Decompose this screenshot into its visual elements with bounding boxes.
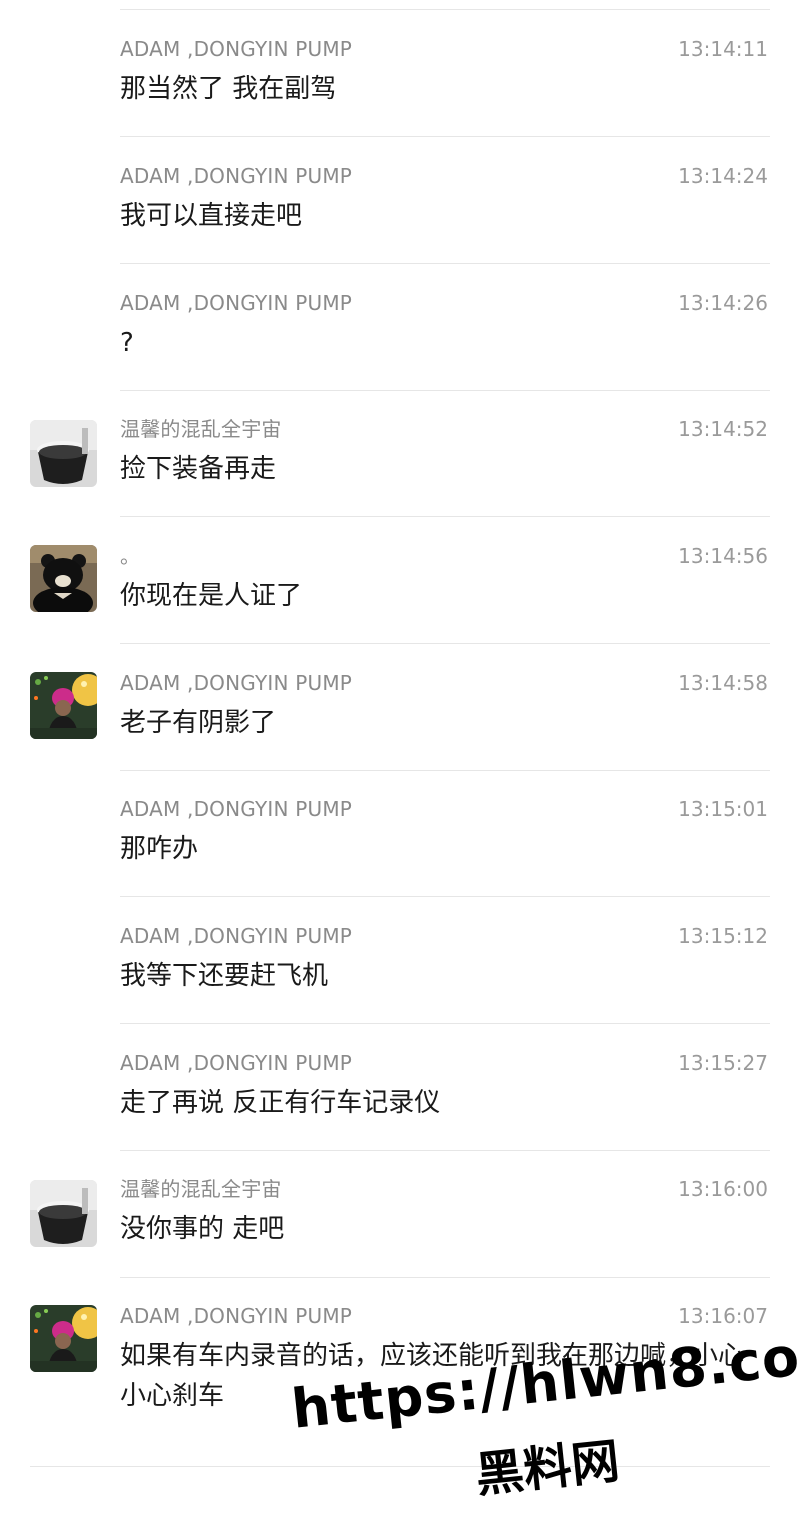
message-time: 13:16:00 bbox=[678, 1177, 768, 1201]
message-time: 13:14:58 bbox=[678, 671, 768, 695]
person-lights-avatar[interactable] bbox=[30, 1305, 97, 1372]
divider bbox=[120, 1150, 770, 1151]
sender-name: ADAM ,DONGYIN PUMP bbox=[120, 797, 353, 821]
sender-name: ADAM ,DONGYIN PUMP bbox=[120, 37, 353, 61]
message-time: 13:14:24 bbox=[678, 164, 768, 188]
message-time: 13:15:12 bbox=[678, 924, 768, 948]
sender-name: ADAM ,DONGYIN PUMP bbox=[120, 164, 353, 188]
divider bbox=[120, 770, 770, 771]
message-time: 13:14:26 bbox=[678, 291, 768, 315]
divider bbox=[30, 1466, 770, 1467]
message-text: 走了再说 反正有行车记录仪 bbox=[120, 1088, 441, 1118]
divider bbox=[120, 390, 770, 391]
person-lights-avatar[interactable] bbox=[30, 672, 97, 739]
sender-name: ADAM ,DONGYIN PUMP bbox=[120, 924, 353, 948]
message-time: 13:14:56 bbox=[678, 544, 768, 568]
divider bbox=[120, 263, 770, 264]
watermark-name: 黑料网 bbox=[473, 1433, 623, 1504]
sender-name: ADAM ,DONGYIN PUMP bbox=[120, 291, 353, 315]
divider bbox=[120, 516, 770, 517]
divider bbox=[120, 1023, 770, 1024]
message-time: 13:16:07 bbox=[678, 1304, 768, 1328]
message-time: 13:14:52 bbox=[678, 417, 768, 441]
message-text: 我可以直接走吧 bbox=[120, 201, 303, 231]
message-time: 13:15:27 bbox=[678, 1051, 768, 1075]
sender-name: ADAM ,DONGYIN PUMP bbox=[120, 671, 353, 695]
divider bbox=[120, 9, 770, 10]
cup-photo-avatar[interactable] bbox=[30, 1180, 97, 1247]
divider bbox=[120, 896, 770, 897]
message-text: 你现在是人证了 bbox=[120, 581, 303, 611]
sender-name: ADAM ,DONGYIN PUMP bbox=[120, 1051, 353, 1075]
sender-name: 温馨的混乱全宇宙 bbox=[120, 1177, 282, 1201]
message-text: 我等下还要赶飞机 bbox=[120, 961, 329, 991]
message-text: 捡下装备再走 bbox=[120, 454, 277, 484]
message-text: 那当然了 我在副驾 bbox=[120, 74, 337, 104]
bear-photo-avatar[interactable] bbox=[30, 545, 97, 612]
message-text: 那咋办 bbox=[120, 834, 199, 864]
sender-name: 。 bbox=[120, 544, 141, 568]
message-time: 13:15:01 bbox=[678, 797, 768, 821]
divider bbox=[120, 1277, 770, 1278]
divider bbox=[120, 643, 770, 644]
message-text: ? bbox=[120, 328, 134, 358]
cup-photo-avatar[interactable] bbox=[30, 420, 97, 487]
message-text: 老子有阴影了 bbox=[120, 708, 277, 738]
divider bbox=[120, 136, 770, 137]
sender-name: ADAM ,DONGYIN PUMP bbox=[120, 1304, 353, 1328]
message-time: 13:14:11 bbox=[678, 37, 768, 61]
message-text: 没你事的 走吧 bbox=[120, 1214, 285, 1244]
sender-name: 温馨的混乱全宇宙 bbox=[120, 417, 282, 441]
